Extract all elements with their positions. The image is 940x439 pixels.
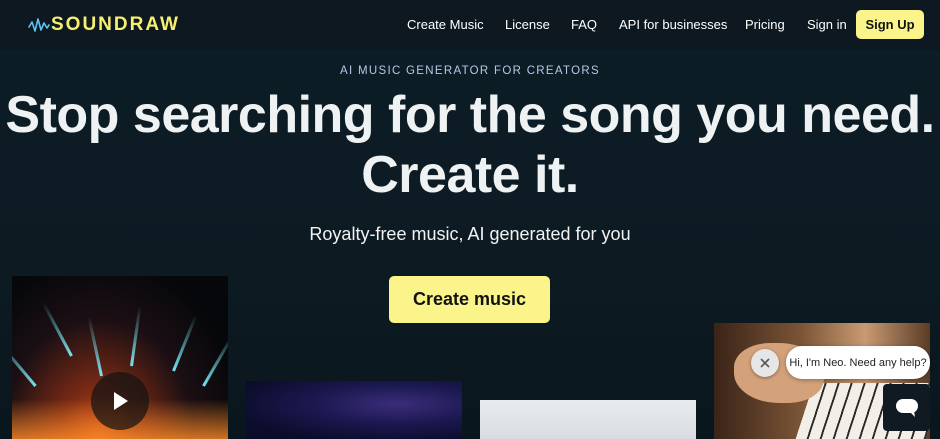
create-music-button[interactable]: Create music [389, 276, 550, 323]
galaxy-video-thumbnail[interactable] [246, 381, 462, 439]
hero-headline-line1: Stop searching for the song you need. [5, 86, 935, 144]
play-icon [114, 392, 128, 410]
play-button[interactable] [91, 372, 149, 430]
light-beam [87, 316, 103, 377]
site-header: SOUNDRAW Create Music License FAQ API fo… [0, 0, 940, 50]
nav-create-music[interactable]: Create Music [407, 17, 484, 32]
light-beam [12, 339, 37, 387]
light-beam [202, 333, 228, 387]
sign-up-button[interactable]: Sign Up [856, 10, 924, 39]
light-beam [42, 302, 73, 357]
nav-faq[interactable]: FAQ [571, 17, 597, 32]
brand-logo[interactable]: SOUNDRAW [28, 12, 180, 38]
hero-eyebrow: AI MUSIC GENERATOR FOR CREATORS [340, 65, 600, 77]
chat-icon [895, 398, 918, 417]
nav-api-for-businesses[interactable]: API for businesses [619, 17, 727, 32]
wave-icon [28, 18, 50, 32]
light-video-thumbnail[interactable] [480, 400, 696, 439]
chat-close-button[interactable] [751, 349, 779, 377]
nav-pricing[interactable]: Pricing [745, 17, 785, 32]
chat-greeting-bubble[interactable]: Hi, I'm Neo. Need any help? [786, 346, 930, 379]
nav-sign-in[interactable]: Sign in [807, 17, 847, 32]
close-icon [760, 358, 770, 368]
hero-headline-line2: Create it. [361, 146, 579, 204]
hero-subheadline: Royalty-free music, AI generated for you [309, 224, 631, 244]
nav-license[interactable]: License [505, 17, 550, 32]
light-beam [172, 314, 198, 372]
light-beam [130, 306, 142, 367]
landing-page: SOUNDRAW Create Music License FAQ API fo… [0, 0, 940, 439]
brand-name: SOUNDRAW [51, 14, 180, 35]
chat-launcher-button[interactable] [883, 384, 930, 431]
